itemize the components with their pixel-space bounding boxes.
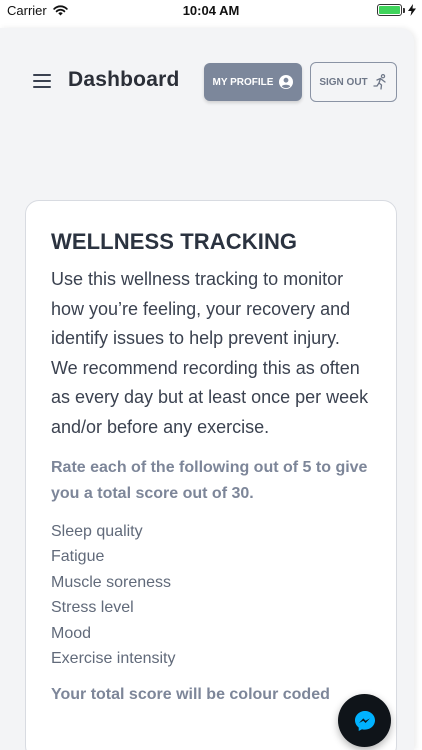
score-note: Your total score will be colour coded [51,685,330,703]
page-title: Dashboard [68,68,180,91]
card-description: Use this wellness tracking to monitor ho… [51,265,381,443]
list-item: Muscle soreness [51,573,172,591]
list-item: Mood [51,624,92,642]
list-item: Stress level [51,599,134,617]
charging-bolt-icon [408,4,416,16]
sign-out-label: SIGN OUT [319,76,368,88]
card-paragraph: We recommend recording this as often as … [51,357,369,437]
card-paragraph: Use this wellness tracking to monitor ho… [51,269,351,349]
messenger-chat-button[interactable] [338,694,391,747]
sign-out-button[interactable]: SIGN OUT [310,62,397,102]
user-circle-icon [279,75,294,89]
status-bar: Carrier 10:04 AM [0,0,422,22]
rating-instruction: Rate each of the following out of 5 to g… [51,458,368,502]
my-profile-button[interactable]: MY PROFILE [204,63,302,101]
header: Dashboard MY PROFILE SIGN OUT [0,28,414,138]
my-profile-label: MY PROFILE [212,76,274,88]
app-surface: Dashboard MY PROFILE SIGN OUT WELLNESS T… [0,28,414,750]
list-item: Exercise intensity [51,650,176,668]
status-time: 10:04 AM [182,3,240,18]
hamburger-icon[interactable] [33,74,51,88]
running-person-icon [373,74,386,90]
metrics-list: Sleep quality Fatigue Muscle soreness St… [51,519,381,672]
status-right [377,4,416,16]
messenger-icon [354,710,375,731]
list-item: Fatigue [51,548,105,566]
wellness-card: WELLNESS TRACKING Use this wellness trac… [25,200,397,750]
card-title: WELLNESS TRACKING [51,229,298,254]
hamburger-line [33,74,51,76]
wellness-card-content: WELLNESS TRACKING Use this wellness trac… [51,227,381,708]
list-item: Sleep quality [51,522,143,540]
battery-icon [377,4,405,16]
hamburger-line [33,86,51,88]
hamburger-line [33,80,51,82]
battery-fill [379,6,400,14]
